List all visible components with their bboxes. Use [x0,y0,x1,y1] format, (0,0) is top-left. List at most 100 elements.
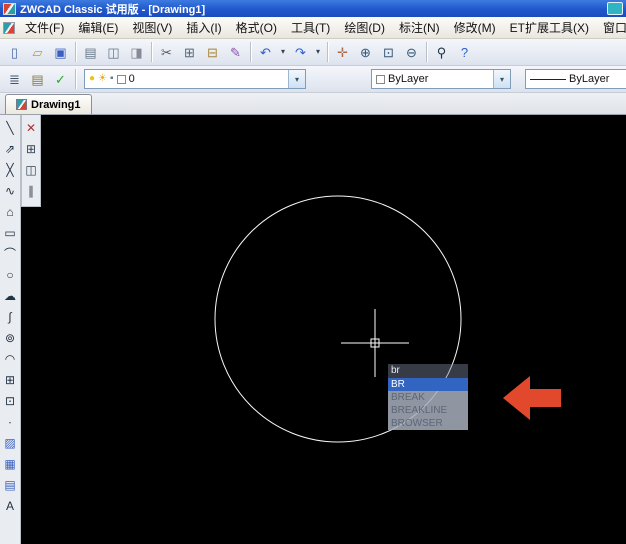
mirror-button[interactable]: ◫ [22,159,41,180]
undo-dropdown-button[interactable]: ▾ [277,41,289,63]
table-button[interactable]: ▤ [1,474,20,495]
menu-express-tools[interactable]: ET扩展工具(X) [503,17,596,38]
command-input-echo[interactable]: br [388,364,468,378]
copy-icon: ⊞ [184,46,195,59]
offset-icon: ∥ [28,185,34,197]
save-button[interactable]: ▣ [49,41,72,63]
spline-button[interactable]: ∫ [1,306,20,327]
rectangle-button[interactable]: ▭ [1,222,20,243]
ellipse-arc-icon: ◠ [5,353,15,365]
ellipse-button[interactable]: ⊚ [1,327,20,348]
cut-button[interactable]: ✂ [155,41,178,63]
offset-button[interactable]: ∥ [22,180,41,201]
ray-icon: ⇗ [5,143,15,155]
autocomplete-item[interactable]: BREAK [388,391,468,404]
menu-view[interactable]: 视图(V) [125,17,179,38]
redo-dropdown-button[interactable]: ▾ [312,41,324,63]
menu-modify[interactable]: 修改(M) [447,17,503,38]
mirror-icon: ◫ [25,164,36,176]
make-layer-current-button[interactable]: ✓ [49,68,72,90]
document-tabbar: Drawing1 [0,93,626,115]
menu-draw[interactable]: 绘图(D) [337,17,392,38]
menu-window[interactable]: 窗口(W) [596,17,626,38]
menu-dimension[interactable]: 标注(N) [392,17,447,38]
color-combo[interactable]: ByLayer ▾ [371,69,511,89]
ray-button[interactable]: ⇗ [1,138,20,159]
polyline-icon: ∿ [5,185,15,197]
match-properties-button[interactable]: ✎ [224,41,247,63]
layer-state-icons: ●☀▪ [89,74,114,84]
save-icon: ▣ [54,46,66,59]
circle-button[interactable]: ○ [1,264,20,285]
polyline-button[interactable]: ∿ [1,180,20,201]
construction-line-button[interactable]: ╳ [1,159,20,180]
separator [75,69,76,89]
paste-button[interactable]: ⊟ [201,41,224,63]
region-button[interactable]: ▦ [1,453,20,474]
insert-block-button[interactable]: ⊞ [1,369,20,390]
plot-button[interactable]: ▤ [79,41,102,63]
command-autocomplete-popup: br BRBREAKBREAKLINEBROWSER [388,364,468,430]
menu-format[interactable]: 格式(O) [229,17,284,38]
arc-button[interactable]: ⌒ [1,243,20,264]
copy-button[interactable]: ⊞ [178,41,201,63]
zoom-in-icon: ⊕ [360,46,371,59]
line-icon: ╲ [6,122,13,134]
zoom-window-button[interactable]: ⊡ [377,41,400,63]
copy-object-button[interactable]: ⊞ [22,138,41,159]
separator [75,42,76,62]
revision-cloud-button[interactable]: ☁ [1,285,20,306]
find-button[interactable]: ⚲ [430,41,453,63]
make-block-icon: ⊡ [5,395,15,407]
menu-file[interactable]: 文件(F) [18,17,71,38]
mtext-button[interactable]: A [1,495,20,516]
new-button[interactable]: ▯ [3,41,26,63]
autocomplete-item[interactable]: BROWSER [388,417,468,430]
publish-icon: ◨ [130,46,142,59]
menu-edit[interactable]: 编辑(E) [71,17,125,38]
menu-tools[interactable]: 工具(T) [284,17,337,38]
linetype-combo[interactable]: ByLayer ▾ [525,69,626,89]
window-title: ZWCAD Classic 试用版 - [Drawing1] [20,1,603,17]
layer-bulb-icon[interactable]: ● [89,74,95,84]
zoom-previous-button[interactable]: ⊖ [400,41,423,63]
window-control-button[interactable] [607,2,623,15]
layer-freeze-icon[interactable]: ☀ [98,74,107,84]
model-canvas[interactable] [0,115,626,544]
polygon-button[interactable]: ⌂ [1,201,20,222]
hatch-icon: ▨ [4,437,15,449]
zoom-realtime-button[interactable]: ⊕ [354,41,377,63]
undo-button[interactable]: ↶ [254,41,277,63]
circle-icon: ○ [6,269,13,281]
erase-button[interactable]: ✕ [22,117,41,138]
print-preview-button[interactable]: ◫ [102,41,125,63]
publish-button[interactable]: ◨ [125,41,148,63]
new-file-icon: ▯ [11,46,18,59]
line-button[interactable]: ╲ [1,117,20,138]
layer-combo-dropdown[interactable]: ▾ [288,70,305,88]
spline-icon: ∫ [8,311,11,323]
layer-states-button[interactable]: ▤ [26,68,49,90]
autocomplete-list: BRBREAKBREAKLINEBROWSER [388,378,468,430]
make-block-button[interactable]: ⊡ [1,390,20,411]
redo-button[interactable]: ↷ [289,41,312,63]
drawing-area[interactable]: ╲⇗╳∿⌂▭⌒○☁∫⊚◠⊞⊡∙▨▦▤A ✕⊞◫∥ br BRBREAKBREAK… [0,115,626,544]
layer-properties-button[interactable]: ≣ [3,68,26,90]
pan-button[interactable]: ✛ [331,41,354,63]
layers-icon: ≣ [9,73,20,86]
color-combo-dropdown[interactable]: ▾ [493,70,510,88]
layer-combo[interactable]: ●☀▪ 0 ▾ [84,69,306,89]
layer-lock-icon[interactable]: ▪ [110,74,114,84]
help-button[interactable]: ? [453,41,476,63]
menu-insert[interactable]: 插入(I) [179,17,228,38]
ellipse-arc-button[interactable]: ◠ [1,348,20,369]
hatch-button[interactable]: ▨ [1,432,20,453]
redo-icon: ↷ [295,46,306,59]
chevron-down-icon: ▾ [316,48,320,56]
autocomplete-item[interactable]: BREAKLINE [388,404,468,417]
open-button[interactable]: ▱ [26,41,49,63]
point-button[interactable]: ∙ [1,411,20,432]
tab-drawing1[interactable]: Drawing1 [5,94,92,114]
autocomplete-item[interactable]: BR [388,378,468,391]
document-icon[interactable] [3,22,15,34]
